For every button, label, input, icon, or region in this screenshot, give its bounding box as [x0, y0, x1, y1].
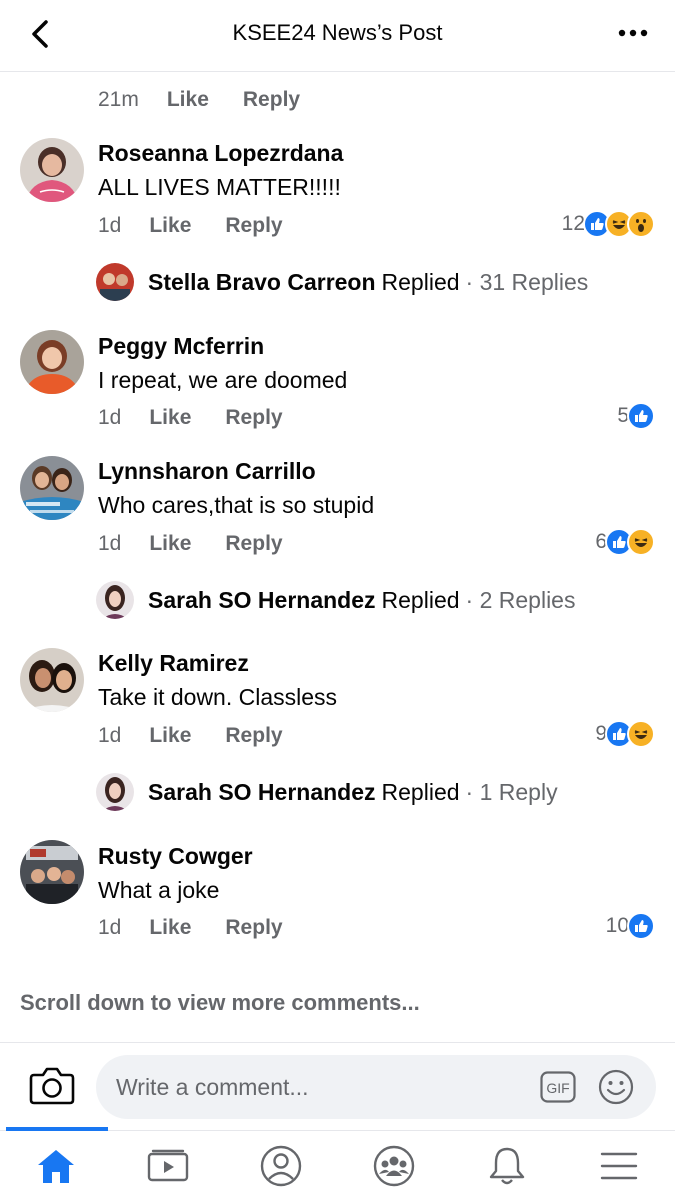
comment-composer: GIF	[0, 1042, 675, 1130]
gif-button[interactable]: GIF	[540, 1071, 576, 1103]
reaction-summary[interactable]: 12	[562, 210, 655, 238]
comment-author[interactable]: Kelly Ramirez	[98, 650, 249, 677]
profile-icon	[260, 1145, 302, 1187]
avatar	[96, 581, 134, 619]
comment-time: 1d	[98, 724, 122, 747]
reply-author: Sarah SO Hernandez	[148, 778, 376, 805]
comment-actions: 21m Like Reply	[98, 88, 300, 112]
like-reaction-icon	[627, 402, 655, 430]
like-link[interactable]: Like	[149, 406, 191, 430]
reaction-count: 10	[605, 914, 629, 937]
groups-icon	[373, 1145, 415, 1187]
replies-link[interactable]: Sarah SO Hernandez Replied · 1 Reply	[96, 773, 558, 811]
avatar[interactable]	[20, 330, 84, 394]
comment-text: ALL LIVES MATTER!!!!!	[98, 174, 341, 200]
replied-label: Replied	[381, 268, 460, 295]
gif-icon: GIF	[540, 1071, 576, 1103]
post-header: KSEE24 News’s Post	[0, 0, 675, 72]
gif-label: GIF	[546, 1080, 569, 1096]
emoji-icon	[598, 1069, 634, 1105]
comment-actions: 1d Like Reply	[98, 214, 283, 238]
replies-link[interactable]: Stella Bravo Carreon Replied · 31 Replie…	[96, 263, 588, 301]
like-reaction-icon	[627, 912, 655, 940]
home-icon	[38, 1150, 74, 1183]
comment-time: 21m	[98, 88, 139, 111]
reply-link[interactable]: Reply	[225, 214, 282, 238]
bell-icon	[489, 1147, 525, 1185]
scroll-more-hint: Scroll down to view more comments...	[20, 990, 420, 1015]
avatar[interactable]	[20, 648, 84, 712]
reaction-summary[interactable]: 5	[617, 402, 655, 430]
comment-author[interactable]: Peggy Mcferrin	[98, 333, 264, 360]
reply-link[interactable]: Reply	[225, 916, 282, 940]
comment-actions: 1d Like Reply	[98, 724, 283, 748]
reply-link[interactable]: Reply	[225, 532, 282, 556]
hamburger-menu-icon	[600, 1152, 638, 1180]
comment-actions: 1d Like Reply	[98, 532, 283, 556]
reaction-count: 12	[561, 212, 585, 235]
haha-reaction-icon	[627, 528, 655, 556]
avatar[interactable]	[20, 138, 84, 202]
comment-time: 1d	[98, 532, 122, 555]
video-play-icon	[147, 1149, 189, 1182]
replies-link[interactable]: Sarah SO Hernandez Replied · 2 Replies	[96, 581, 575, 619]
comment-author[interactable]: Roseanna Lopezrdana	[98, 140, 343, 167]
avatar[interactable]	[20, 840, 84, 904]
reaction-summary[interactable]: 9	[595, 720, 655, 748]
comment-actions: 1d Like Reply	[98, 406, 283, 430]
reply-count: · 2 Replies	[465, 586, 576, 613]
comment-input[interactable]	[116, 1055, 516, 1119]
like-link[interactable]: Like	[149, 532, 191, 556]
page-title: KSEE24 News’s Post	[232, 20, 443, 45]
reply-link[interactable]: Reply	[243, 88, 300, 112]
reply-count: · 31 Replies	[465, 268, 589, 295]
comment-time: 1d	[98, 916, 122, 939]
replied-label: Replied	[381, 778, 460, 805]
comment-actions: 1d Like Reply	[98, 916, 283, 940]
comment-time: 1d	[98, 214, 122, 237]
bottom-tab-bar	[0, 1127, 675, 1200]
like-link[interactable]: Like	[149, 214, 191, 238]
tab-profile[interactable]	[231, 1131, 331, 1200]
reply-author: Sarah SO Hernandez	[148, 586, 376, 613]
more-horizontal-icon	[618, 29, 648, 37]
avatar[interactable]	[20, 456, 84, 520]
reply-link[interactable]: Reply	[225, 406, 282, 430]
comment-text: Take it down. Classless	[98, 684, 338, 710]
comment-input-container: GIF	[96, 1055, 656, 1119]
reply-count: · 1 Reply	[465, 778, 558, 805]
like-link[interactable]: Like	[149, 916, 191, 940]
more-options-button[interactable]	[613, 18, 653, 48]
replied-label: Replied	[381, 586, 460, 613]
tab-menu[interactable]	[569, 1131, 669, 1200]
tab-notifications[interactable]	[457, 1131, 557, 1200]
emoji-button[interactable]	[598, 1069, 634, 1105]
tab-home[interactable]	[6, 1131, 106, 1200]
comment-text: I repeat, we are doomed	[98, 367, 348, 393]
camera-button[interactable]	[28, 1063, 76, 1107]
wow-reaction-icon	[627, 210, 655, 238]
camera-icon	[29, 1067, 75, 1105]
comment-text: Who cares,that is so stupid	[98, 492, 375, 518]
comment-time: 1d	[98, 406, 122, 429]
reaction-summary[interactable]: 10	[606, 912, 655, 940]
avatar	[96, 773, 134, 811]
reaction-summary[interactable]: 6	[595, 528, 655, 556]
like-link[interactable]: Like	[167, 88, 209, 112]
reply-author: Stella Bravo Carreon	[148, 268, 376, 295]
comment-author[interactable]: Rusty Cowger	[98, 843, 253, 870]
comment-text: What a joke	[98, 877, 220, 903]
comment-author[interactable]: Lynnsharon Carrillo	[98, 458, 316, 485]
haha-reaction-icon	[627, 720, 655, 748]
avatar	[96, 263, 134, 301]
like-link[interactable]: Like	[149, 724, 191, 748]
tab-watch[interactable]	[118, 1131, 218, 1200]
reply-link[interactable]: Reply	[225, 724, 282, 748]
tab-groups[interactable]	[344, 1131, 444, 1200]
